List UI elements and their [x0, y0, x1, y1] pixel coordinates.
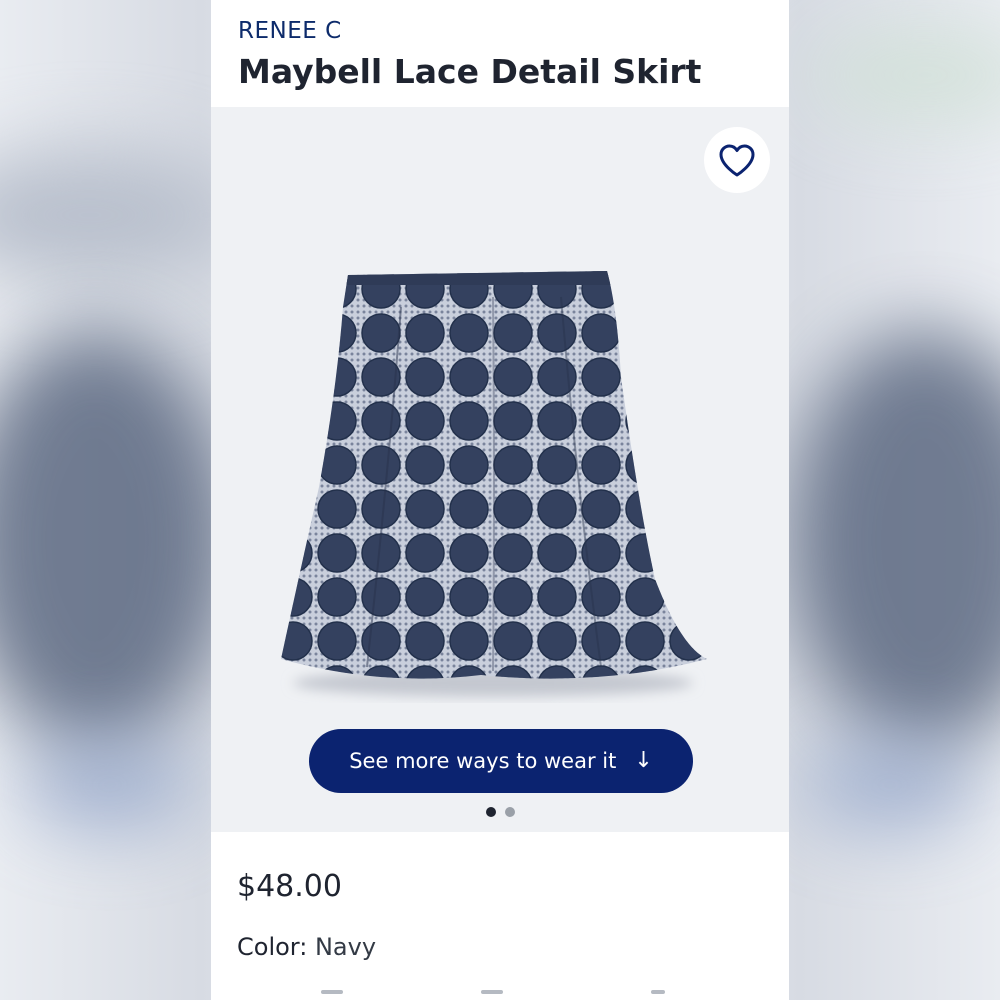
arrow-down-icon: ↓: [634, 748, 653, 773]
color-row: Color: Navy: [237, 933, 376, 961]
cut-off-icon-row: [321, 990, 681, 1000]
product-price: $48.00: [237, 869, 342, 904]
favorite-button[interactable]: [704, 127, 770, 193]
skirt-product-image: [281, 271, 707, 697]
see-more-ways-label: See more ways to wear it: [349, 749, 617, 773]
product-title: Maybell Lace Detail Skirt: [238, 52, 702, 91]
heart-outline-icon: [719, 144, 755, 177]
carousel-dot-2[interactable]: [504, 807, 515, 817]
brand-name: RENEE C: [238, 18, 342, 44]
product-panel: RENEE C Maybell Lace Detail Skirt See mo…: [211, 0, 789, 1000]
color-label: Color:: [237, 933, 308, 961]
carousel-indicator: [211, 807, 789, 817]
color-value: Navy: [314, 933, 377, 961]
see-more-ways-button[interactable]: See more ways to wear it ↓: [309, 729, 693, 793]
product-image-carousel[interactable]: See more ways to wear it ↓: [211, 107, 789, 832]
carousel-dot-1[interactable]: [485, 807, 496, 817]
